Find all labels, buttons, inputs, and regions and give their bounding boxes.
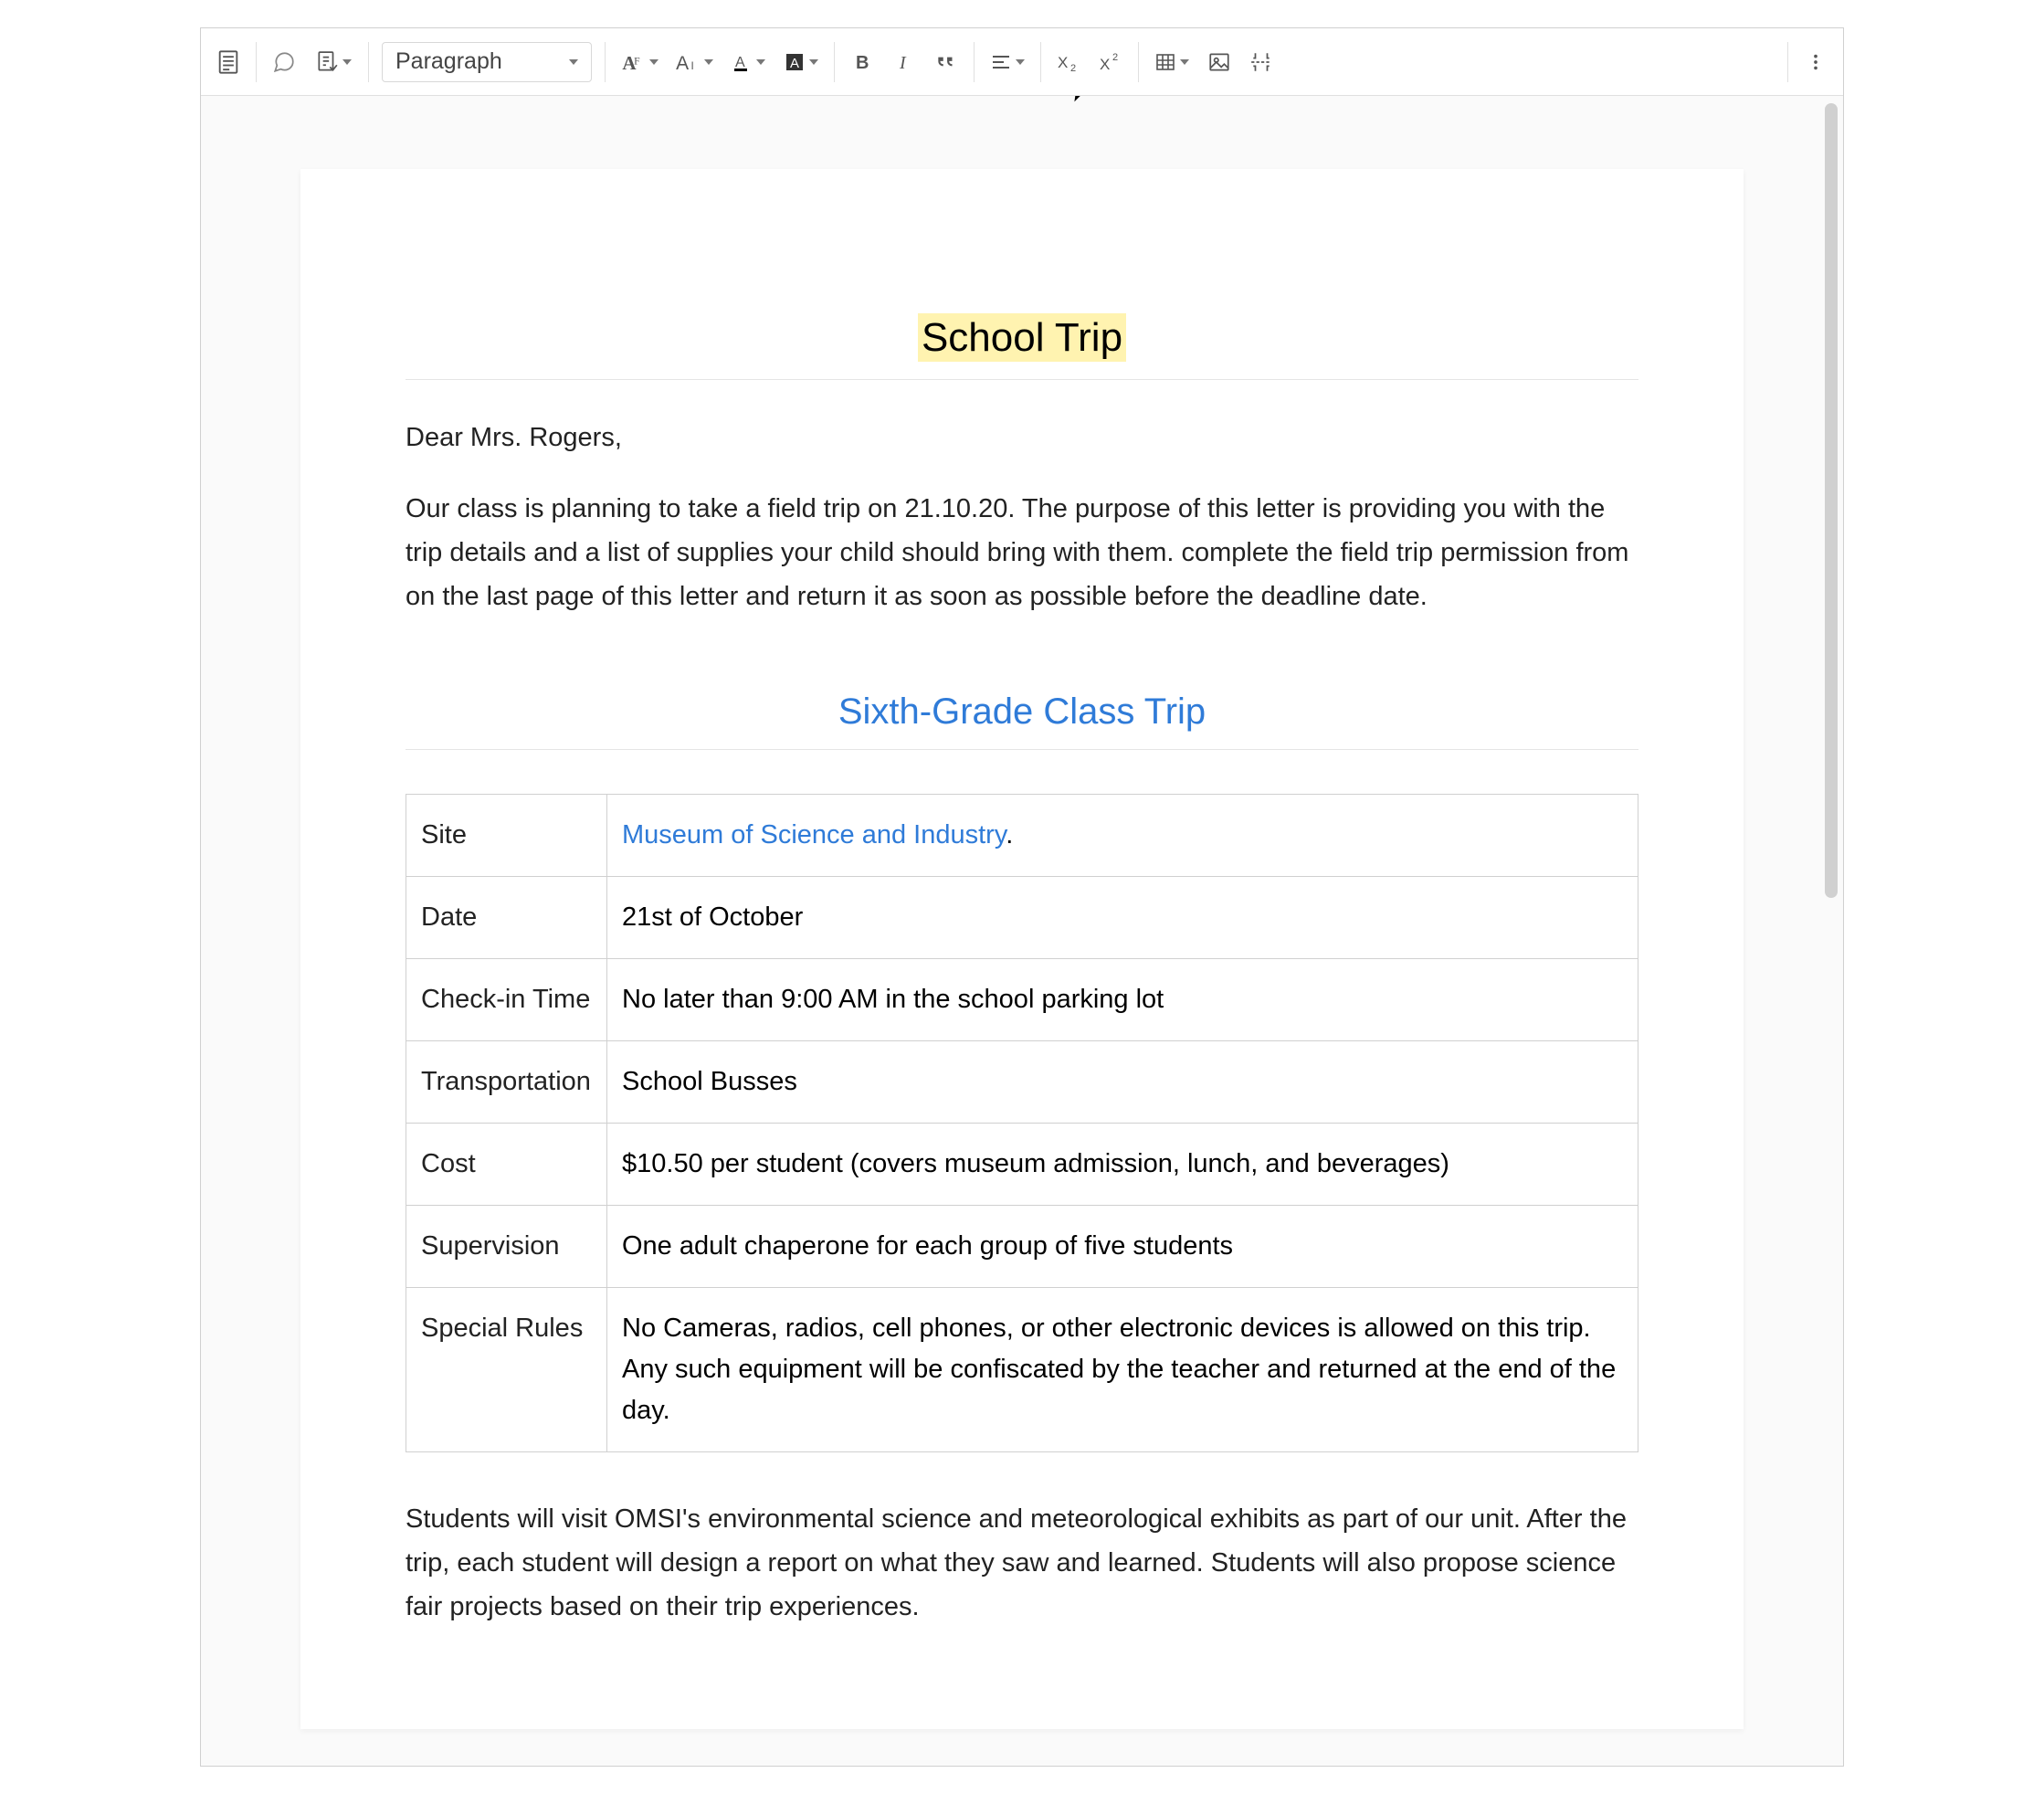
svg-text:X: X <box>1100 56 1110 73</box>
scrollbar[interactable] <box>1825 103 1839 907</box>
salutation-text[interactable]: Dear Mrs. Rogers, <box>406 417 1638 460</box>
more-menu-button[interactable] <box>1796 42 1836 82</box>
table-row[interactable]: Check-in TimeNo later than 9:00 AM in th… <box>406 959 1638 1041</box>
table-row[interactable]: SupervisionOne adult chaperone for each … <box>406 1206 1638 1288</box>
separator <box>605 42 606 82</box>
table-row[interactable]: Special RulesNo Cameras, radios, cell ph… <box>406 1288 1638 1452</box>
table-value: 21st of October <box>607 877 1638 959</box>
svg-text:A: A <box>676 53 689 74</box>
svg-text:B: B <box>856 53 869 73</box>
chevron-down-icon <box>342 59 352 65</box>
superscript-button[interactable]: X2 <box>1090 42 1131 82</box>
document-page[interactable]: ➤ School Trip Dear Mrs. Rogers, Our clas… <box>300 169 1744 1729</box>
image-button[interactable] <box>1199 42 1239 82</box>
comment-icon[interactable] <box>264 42 304 82</box>
svg-text:F: F <box>634 55 640 67</box>
chevron-down-icon <box>1016 59 1025 65</box>
separator <box>974 42 975 82</box>
editor-canvas: ➤ School Trip Dear Mrs. Rogers, Our clas… <box>201 96 1843 1766</box>
table-row[interactable]: SiteMuseum of Science and Industry. <box>406 795 1638 877</box>
scrollbar-thumb[interactable] <box>1825 103 1838 898</box>
blockquote-button[interactable] <box>926 42 966 82</box>
table-value: No Cameras, radios, cell phones, or othe… <box>607 1288 1638 1452</box>
table-row[interactable]: Cost$10.50 per student (covers museum ad… <box>406 1124 1638 1206</box>
document-title[interactable]: School Trip <box>406 315 1638 380</box>
separator <box>1040 42 1041 82</box>
table-key: Cost <box>406 1124 607 1206</box>
svg-text:A: A <box>735 55 745 70</box>
separator <box>256 42 257 82</box>
font-color-button[interactable]: A <box>722 42 774 82</box>
table-row[interactable]: TransportationSchool Busses <box>406 1041 1638 1124</box>
table-key: Special Rules <box>406 1288 607 1452</box>
svg-text:I: I <box>899 53 907 73</box>
table-button[interactable] <box>1146 42 1197 82</box>
chevron-down-icon <box>704 59 713 65</box>
separator <box>1138 42 1139 82</box>
italic-button[interactable]: I <box>884 42 924 82</box>
track-changes-button[interactable] <box>306 42 361 82</box>
separator <box>1787 42 1788 82</box>
subscript-button[interactable]: X2 <box>1048 42 1089 82</box>
table-key: Supervision <box>406 1206 607 1288</box>
svg-text:X: X <box>1058 54 1068 71</box>
table-value: $10.50 per student (covers museum admiss… <box>607 1124 1638 1206</box>
font-size-button[interactable]: A I <box>668 42 721 82</box>
table-value: School Busses <box>607 1041 1638 1124</box>
table-row[interactable]: Date21st of October <box>406 877 1638 959</box>
title-text: School Trip <box>918 313 1126 362</box>
app-frame: Paragraph A F A I A <box>200 27 1844 1767</box>
separator <box>834 42 835 82</box>
table-key: Date <box>406 877 607 959</box>
section-heading[interactable]: Sixth-Grade Class Trip <box>406 691 1638 750</box>
chevron-down-icon <box>756 59 765 65</box>
page-view-icon[interactable] <box>208 42 248 82</box>
table-value: No later than 9:00 AM in the school park… <box>607 959 1638 1041</box>
page-break-button[interactable] <box>1241 42 1281 82</box>
align-button[interactable] <box>982 42 1033 82</box>
table-key: Check-in Time <box>406 959 607 1041</box>
chevron-down-icon <box>569 59 578 65</box>
table-value: Museum of Science and Industry. <box>607 795 1638 877</box>
chevron-down-icon <box>809 59 818 65</box>
bold-button[interactable]: B <box>842 42 882 82</box>
text: . <box>1006 820 1013 850</box>
svg-text:2: 2 <box>1070 63 1076 73</box>
cursor-icon: ➤ <box>1064 96 1092 109</box>
intro-paragraph[interactable]: Our class is planning to take a field tr… <box>406 488 1638 619</box>
chevron-down-icon <box>649 59 659 65</box>
svg-text:A: A <box>790 56 799 71</box>
svg-text:2: 2 <box>1112 52 1118 63</box>
followup-paragraph[interactable]: Students will visit OMSI's environmental… <box>406 1498 1638 1630</box>
trip-details-table[interactable]: SiteMuseum of Science and Industry.Date2… <box>406 794 1638 1451</box>
table-value: One adult chaperone for each group of fi… <box>607 1206 1638 1288</box>
highlight-color-button[interactable]: A <box>775 42 827 82</box>
toolbar: Paragraph A F A I A <box>201 28 1843 96</box>
table-key: Site <box>406 795 607 877</box>
paragraph-style-select[interactable]: Paragraph <box>382 42 592 82</box>
separator <box>368 42 369 82</box>
style-select-label: Paragraph <box>395 48 502 75</box>
svg-text:I: I <box>691 60 694 72</box>
chevron-down-icon <box>1180 59 1189 65</box>
site-link[interactable]: Museum of Science and Industry <box>622 820 1006 850</box>
font-family-button[interactable]: A F <box>613 42 666 82</box>
table-key: Transportation <box>406 1041 607 1124</box>
